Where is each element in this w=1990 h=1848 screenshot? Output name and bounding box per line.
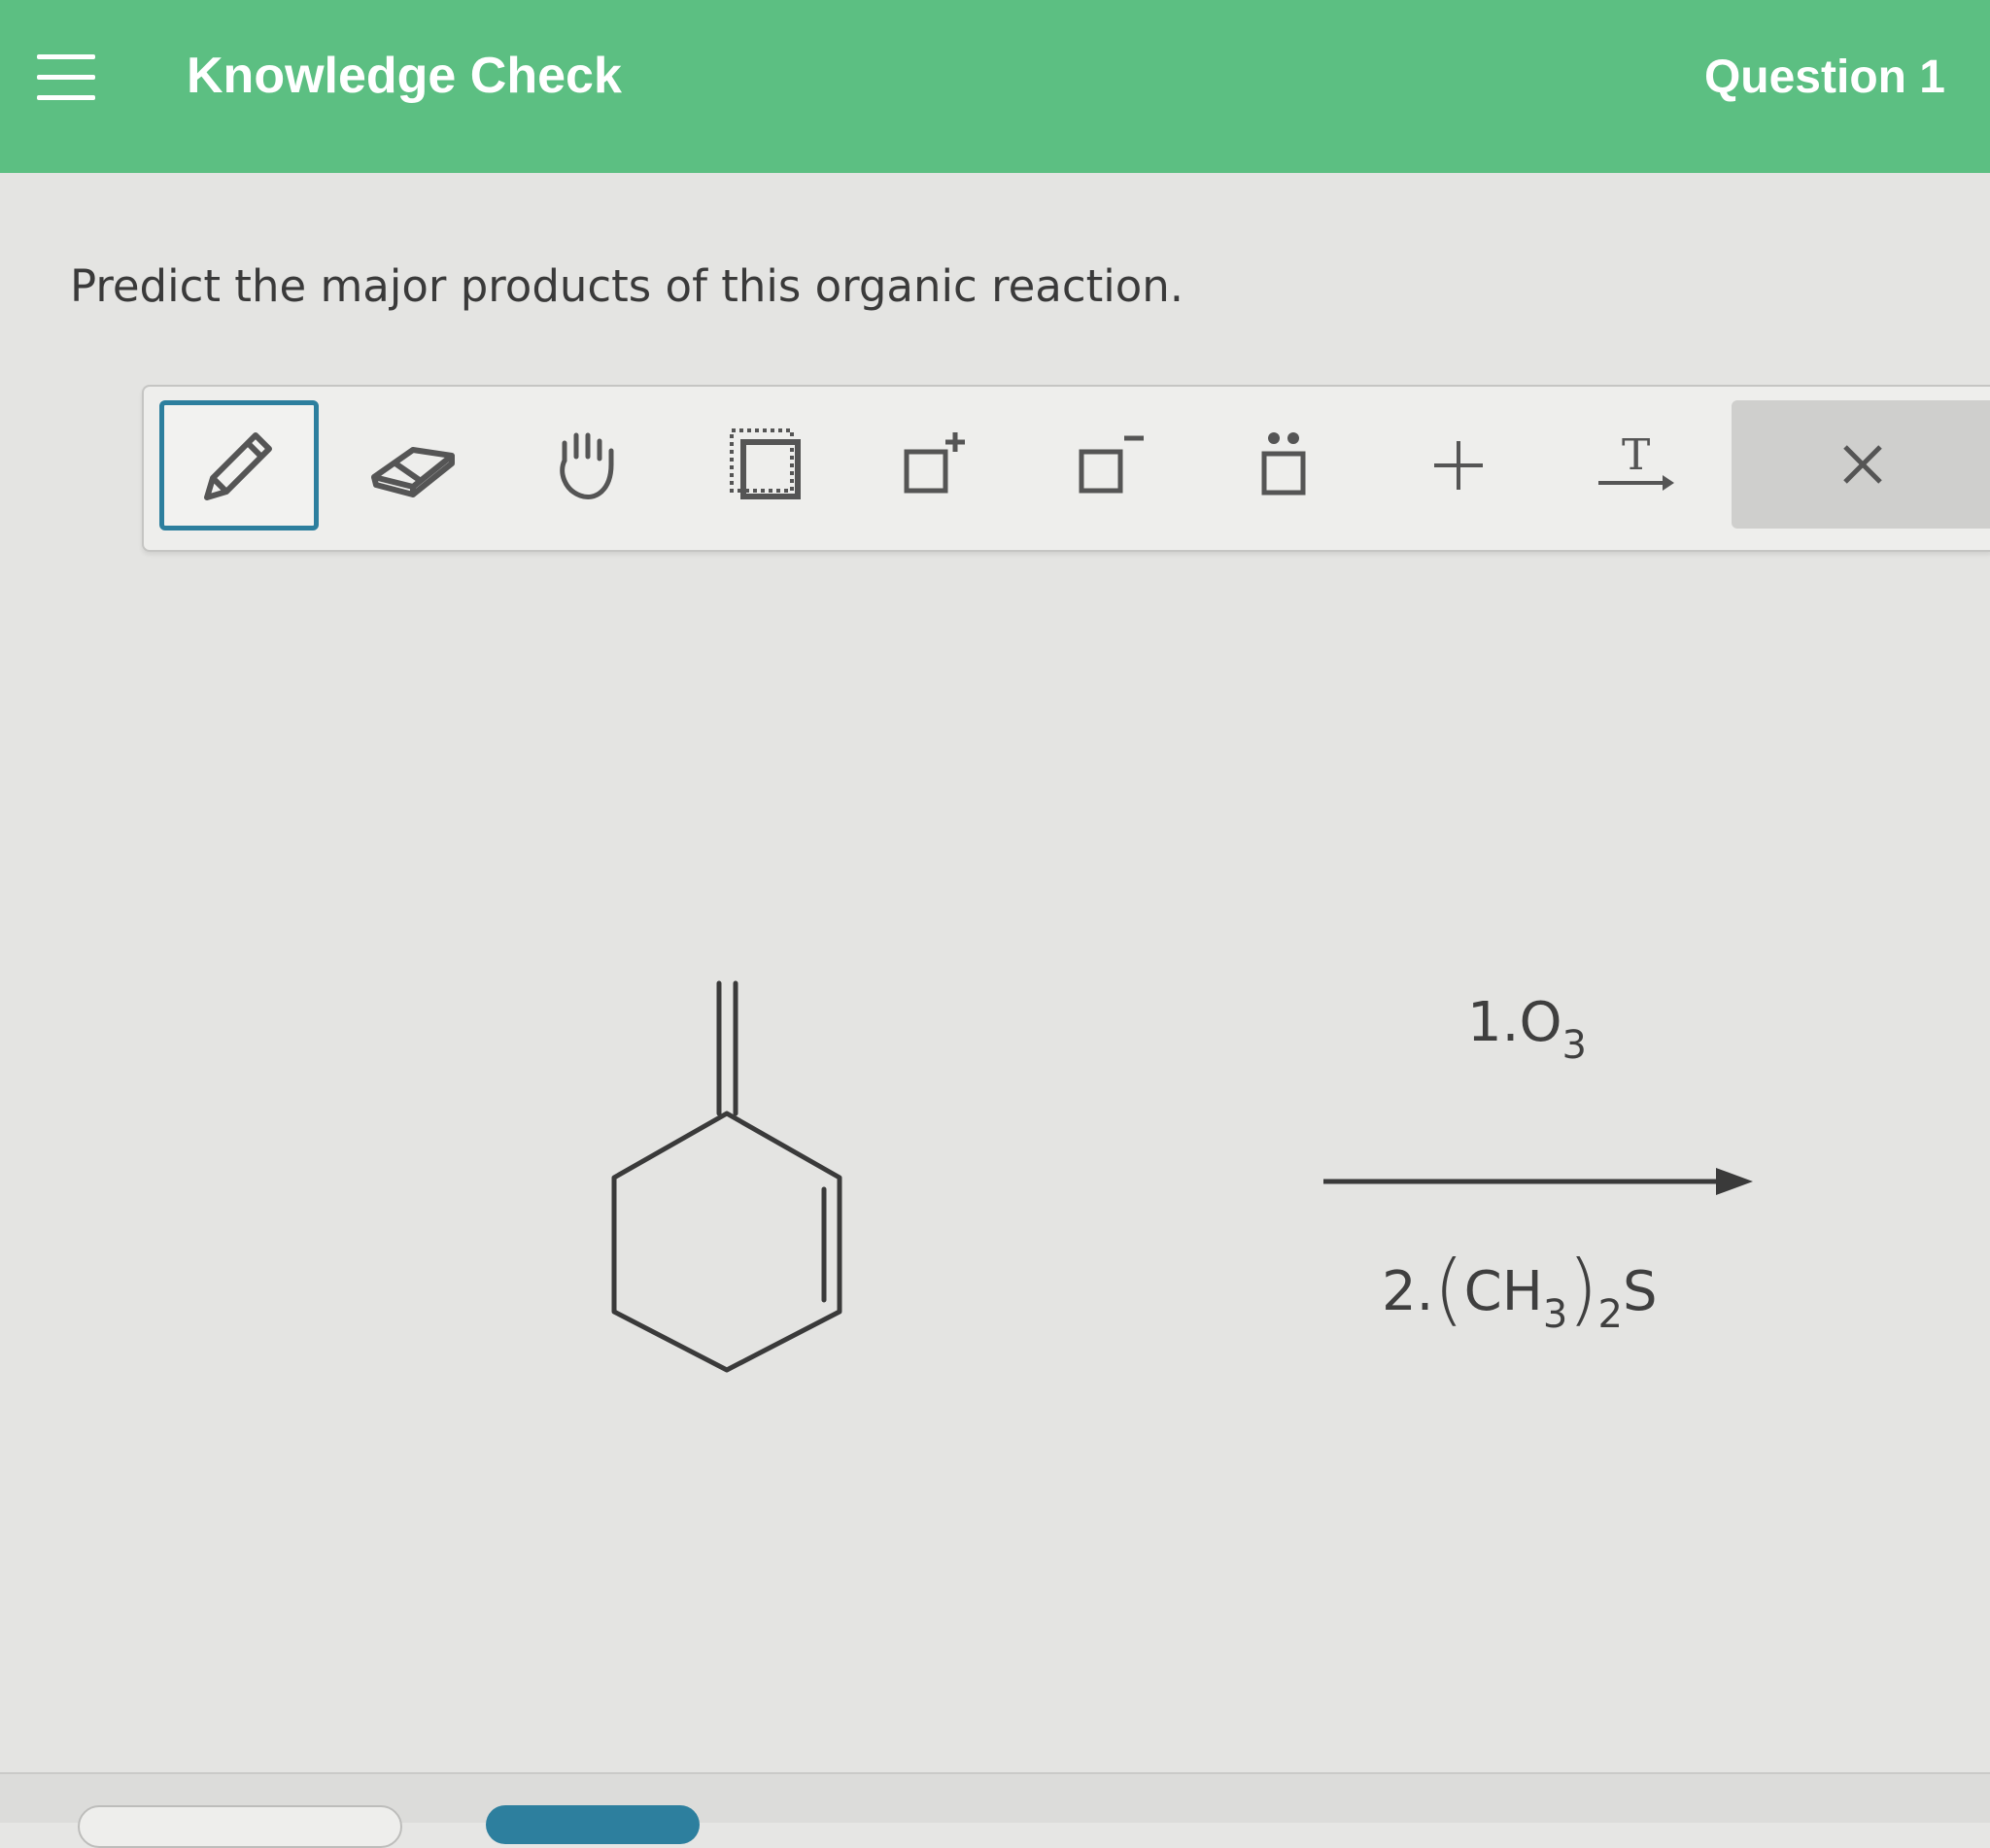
text-arrow-icon: T — [1598, 430, 1674, 491]
secondary-action-button[interactable] — [78, 1805, 402, 1848]
close-icon — [1843, 445, 1882, 484]
pencil-tool[interactable] — [159, 400, 319, 530]
svg-text:T: T — [1622, 430, 1650, 480]
top-header: Knowledge Check Question 1 — [0, 0, 1990, 173]
box-minus-icon — [1079, 435, 1144, 494]
eraser-icon — [371, 447, 455, 497]
reagent-2-group-subscript: 3 — [1542, 1292, 1568, 1337]
reagent-2-element: S — [1623, 1260, 1658, 1323]
clear-tool[interactable] — [1732, 400, 1990, 529]
text-arrow-tool[interactable]: T — [1561, 400, 1706, 530]
plus-icon — [1434, 441, 1483, 490]
app-title: Knowledge Check — [187, 48, 622, 104]
reagent-step-2: 2.(CH3)2S — [1382, 1244, 1658, 1337]
lone-pair-tool[interactable] — [1211, 400, 1356, 530]
box-plus-icon — [904, 432, 965, 494]
box-dots-icon — [1261, 432, 1306, 496]
positive-charge-tool[interactable] — [865, 400, 1011, 530]
reagent-2-count-subscript: 2 — [1597, 1292, 1623, 1337]
reagent-1-species: O — [1519, 991, 1562, 1054]
reagent-step-1: 1.O3 — [1467, 991, 1587, 1068]
negative-charge-tool[interactable] — [1040, 400, 1185, 530]
reagent-1-subscript: 3 — [1561, 1023, 1587, 1068]
eraser-tool[interactable] — [340, 400, 486, 530]
hand-tool[interactable] — [517, 400, 663, 530]
primary-action-button[interactable] — [486, 1805, 700, 1844]
add-tool[interactable] — [1386, 400, 1531, 530]
question-content: Predict the major products of this organ… — [0, 173, 1990, 1821]
drawing-toolbar: T — [142, 385, 1990, 552]
dotted-select-icon — [730, 428, 801, 499]
reaction-arrow — [1323, 1168, 1753, 1195]
reagent-2-group: CH — [1463, 1260, 1543, 1323]
reactant-molecule — [611, 980, 842, 1373]
hand-icon — [560, 432, 614, 499]
select-tool[interactable] — [694, 400, 840, 530]
reagent-2-open-paren: ( — [1433, 1244, 1464, 1334]
reagent-2-close-paren: ) — [1567, 1244, 1598, 1334]
hamburger-menu-icon[interactable] — [33, 51, 101, 105]
reagent-2-prefix: 2. — [1382, 1260, 1434, 1323]
pencil-icon — [204, 432, 272, 500]
question-number: Question 1 — [1703, 51, 1945, 103]
question-prompt: Predict the major products of this organ… — [70, 260, 1184, 312]
reagent-1-prefix: 1. — [1467, 991, 1520, 1054]
